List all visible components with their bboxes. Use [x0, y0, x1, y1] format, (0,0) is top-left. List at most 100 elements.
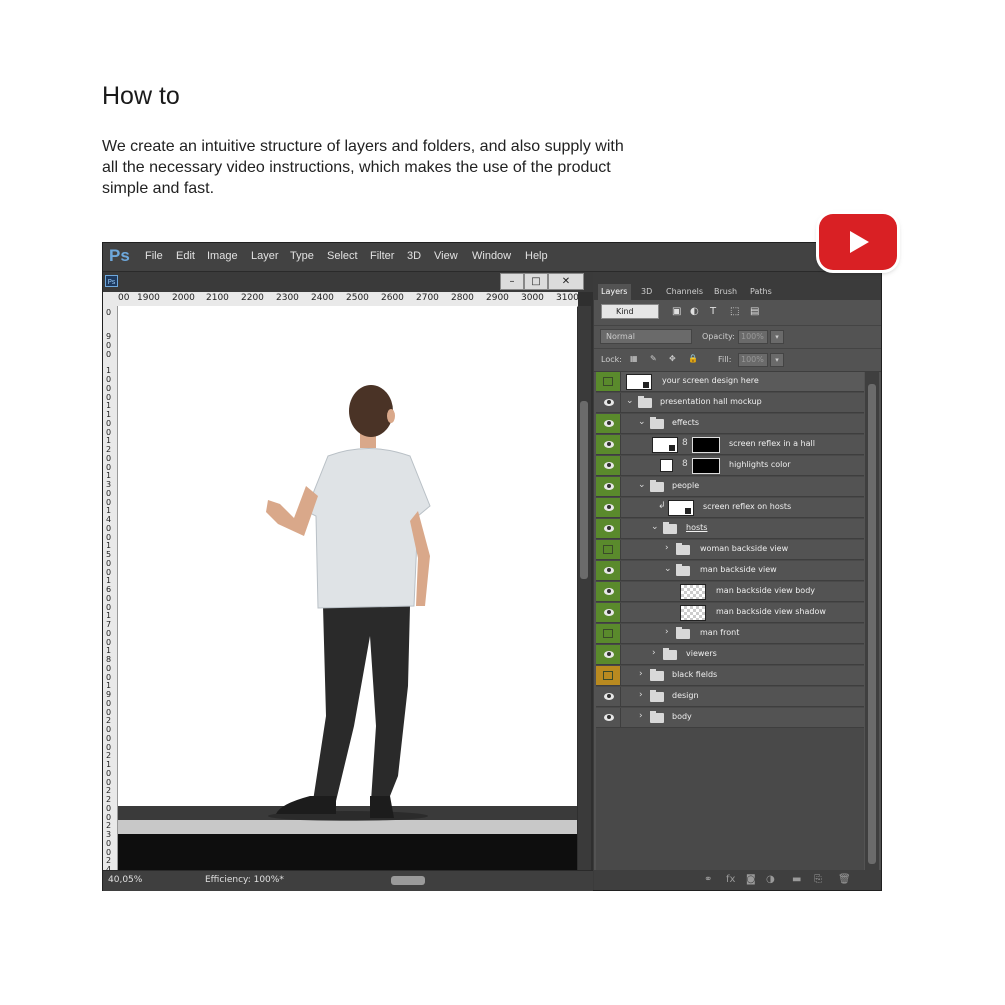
- layer-row[interactable]: ↲ screen reflex on hosts: [596, 498, 864, 518]
- adjustment-layer-icon[interactable]: ◑: [766, 874, 775, 885]
- layer-row[interactable]: 8 highlights color: [596, 456, 864, 476]
- layer-visibility[interactable]: [596, 687, 621, 706]
- layer-visibility[interactable]: [596, 708, 621, 727]
- ruler-label: 2200: [106, 786, 112, 822]
- layer-visibility[interactable]: [596, 498, 621, 517]
- lock-position-icon[interactable]: ✥: [669, 354, 676, 363]
- tab-layers[interactable]: Layers: [601, 287, 627, 296]
- menu-type[interactable]: Type: [290, 250, 314, 262]
- layer-row[interactable]: ⌄ effects: [596, 414, 864, 434]
- chevron-right-icon[interactable]: ›: [639, 690, 643, 700]
- type-filter-icon[interactable]: T: [710, 306, 716, 317]
- layer-visibility[interactable]: [596, 477, 621, 496]
- minimize-button[interactable]: –: [500, 273, 524, 290]
- layer-row[interactable]: ⌄ presentation hall mockup: [596, 393, 864, 413]
- layer-visibility[interactable]: [596, 582, 621, 601]
- filter-kind-select[interactable]: Kind: [601, 304, 659, 319]
- menu-filter[interactable]: Filter: [370, 250, 394, 262]
- chevron-down-icon[interactable]: ⌄: [638, 480, 646, 490]
- layer-row[interactable]: › man front: [596, 624, 864, 644]
- layer-row[interactable]: ⌄ man backside view: [596, 561, 864, 581]
- lock-pixels-icon[interactable]: ▦: [630, 354, 638, 363]
- shape-filter-icon[interactable]: ⬚: [730, 306, 739, 317]
- layers-scroll-thumb[interactable]: [868, 384, 876, 864]
- efficiency-status[interactable]: Efficiency: 100%*: [205, 875, 284, 885]
- layer-row[interactable]: man backside view shadow: [596, 603, 864, 623]
- smart-object-filter-icon[interactable]: ▤: [750, 306, 759, 317]
- layer-visibility[interactable]: [596, 645, 621, 664]
- chevron-down-icon[interactable]: ⌄: [638, 417, 646, 427]
- eye-icon: [604, 462, 614, 469]
- smart-object-icon: [684, 507, 692, 515]
- layers-scrollbar[interactable]: [865, 372, 879, 870]
- layer-row[interactable]: › woman backside view: [596, 540, 864, 560]
- blend-mode-select[interactable]: Normal: [600, 329, 692, 344]
- chevron-down-icon[interactable]: ⌄: [651, 522, 659, 532]
- maximize-button[interactable]: □: [524, 273, 548, 290]
- chevron-right-icon[interactable]: ›: [665, 627, 669, 637]
- layer-visibility[interactable]: [596, 519, 621, 538]
- layer-row[interactable]: › design: [596, 687, 864, 707]
- tab-paths[interactable]: Paths: [750, 287, 772, 296]
- layer-row[interactable]: your screen design here: [596, 372, 864, 392]
- layer-row[interactable]: man backside view body: [596, 582, 864, 602]
- canvas-vertical-scrollbar[interactable]: [578, 306, 591, 870]
- adjustment-filter-icon[interactable]: ◐: [690, 306, 699, 317]
- layer-visibility[interactable]: [596, 540, 621, 559]
- folder-icon: [663, 648, 677, 660]
- chevron-right-icon[interactable]: ›: [665, 543, 669, 553]
- menu-view[interactable]: View: [434, 250, 458, 262]
- menu-window[interactable]: Window: [472, 250, 511, 262]
- menu-select[interactable]: Select: [327, 250, 358, 262]
- menu-image[interactable]: Image: [207, 250, 238, 262]
- layer-row[interactable]: › body: [596, 708, 864, 728]
- link-icon: 8: [682, 459, 688, 469]
- chevron-down-icon[interactable]: ⌄: [626, 396, 634, 406]
- link-layers-icon[interactable]: ⚭: [704, 874, 712, 885]
- layer-row[interactable]: › viewers: [596, 645, 864, 665]
- layer-row[interactable]: › black fields: [596, 666, 864, 686]
- layer-visibility[interactable]: [596, 603, 621, 622]
- layer-visibility[interactable]: [596, 372, 621, 391]
- layer-visibility[interactable]: [596, 435, 621, 454]
- layer-row[interactable]: ⌄ people: [596, 477, 864, 497]
- new-group-icon[interactable]: ▬: [792, 874, 801, 885]
- layer-visibility[interactable]: [596, 393, 621, 412]
- layer-visibility[interactable]: [596, 666, 621, 685]
- document-canvas[interactable]: [118, 306, 577, 870]
- layer-row[interactable]: 8 screen reflex in a hall: [596, 435, 864, 455]
- menu-edit[interactable]: Edit: [176, 250, 195, 262]
- menu-file[interactable]: File: [145, 250, 163, 262]
- lock-image-icon[interactable]: ✎: [650, 354, 657, 363]
- zoom-level[interactable]: 40,05%: [108, 875, 142, 885]
- new-layer-icon[interactable]: ⎘: [814, 874, 822, 885]
- youtube-badge[interactable]: [819, 214, 897, 270]
- tab-brush[interactable]: Brush: [714, 287, 737, 296]
- opacity-dropdown[interactable]: ▾: [770, 330, 784, 344]
- canvas-vertical-scroll-thumb[interactable]: [580, 401, 588, 579]
- fx-icon[interactable]: fx: [726, 874, 735, 885]
- tab-3d[interactable]: 3D: [641, 287, 652, 296]
- canvas-horizontal-scroll-thumb[interactable]: [391, 876, 425, 885]
- layer-visibility[interactable]: [596, 456, 621, 475]
- chevron-right-icon[interactable]: ›: [639, 711, 643, 721]
- image-filter-icon[interactable]: ▣: [672, 306, 681, 317]
- layer-row[interactable]: ⌄ hosts: [596, 519, 864, 539]
- menu-help[interactable]: Help: [525, 250, 548, 262]
- chevron-right-icon[interactable]: ›: [639, 669, 643, 679]
- chevron-down-icon[interactable]: ⌄: [664, 564, 672, 574]
- fill-input[interactable]: 100%: [738, 353, 768, 367]
- chevron-right-icon[interactable]: ›: [652, 648, 656, 658]
- layer-visibility[interactable]: [596, 414, 621, 433]
- fill-dropdown[interactable]: ▾: [770, 353, 784, 367]
- close-button[interactable]: ✕: [548, 273, 584, 290]
- add-mask-icon[interactable]: ◙: [746, 874, 756, 885]
- lock-all-icon[interactable]: 🔒: [688, 354, 698, 363]
- delete-layer-icon[interactable]: 🗑: [838, 874, 851, 885]
- menu-layer[interactable]: Layer: [251, 250, 279, 262]
- tab-channels[interactable]: Channels: [666, 287, 703, 296]
- menu-3d[interactable]: 3D: [407, 250, 421, 262]
- opacity-input[interactable]: 100%: [738, 330, 768, 344]
- layer-visibility[interactable]: [596, 624, 621, 643]
- layer-visibility[interactable]: [596, 561, 621, 580]
